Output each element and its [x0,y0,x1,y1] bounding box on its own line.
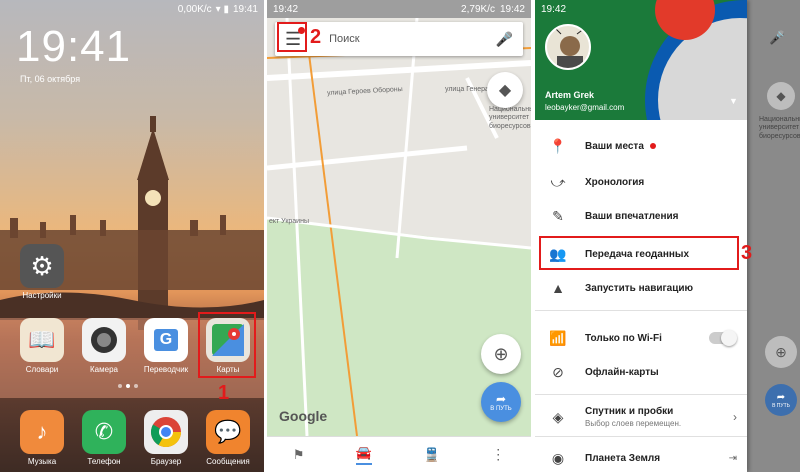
status-bar: 19:42 [535,0,747,18]
lockscreen-clock: 19:41 [16,22,132,71]
phone-icon: ✆ [82,410,126,454]
microphone-icon[interactable]: 🎤 [496,31,513,48]
network-speed: 0,00K/c [177,3,212,15]
review-icon: ✎ [552,207,564,224]
layers-icon: ◈ [552,408,564,425]
user-email: leobayker@gmail.com [545,103,625,112]
app-settings[interactable]: ⚙ Настройки [18,244,66,300]
book-icon: 📖 [20,318,64,362]
translate-icon: G [144,318,188,362]
navigation-icon: ▲ [551,280,565,296]
menu-item-timeline[interactable]: ⤻ Хронология [535,164,747,200]
chevron-right-icon: › [733,410,737,424]
wifi-only-toggle[interactable] [709,330,737,346]
step-number-1: 1 [218,382,230,404]
user-name: Artem Grek [545,90,595,100]
status-icons: ▾ ▮ [215,3,229,15]
app-translate[interactable]: G Переводчик [142,318,190,374]
layers-button[interactable]: ◆ [487,72,523,108]
bottom-navigation: ⚑ 🚘 🚆 ⋮ [267,436,531,472]
home-screen-panel: 0,00K/c ▾ ▮ 19:41 19:41 Пт, 06 октября ⚙… [0,0,264,472]
wifi-icon: 📶 [549,329,567,346]
status-bar: 0,00K/c ▾ ▮ 19:41 [0,0,264,18]
transit-icon[interactable]: 🚆 [424,447,440,463]
layers-icon: ◆ [767,82,795,110]
step-number-2: 2 [310,26,322,48]
google-logo: Google [279,408,328,424]
crosshair-icon: ⊕ [493,343,509,364]
page-indicator [118,384,138,388]
menu-divider [535,310,747,311]
map-label-unit: ект Украины [269,218,309,225]
drawer-panel: 🎤 ◆ Национальный университет биоресурсов… [535,0,800,472]
app-phone[interactable]: ✆ Телефон [80,410,128,466]
highlight-location-sharing [539,236,739,270]
map-background-peek: 🎤 ◆ Национальный университет биоресурсов… [747,0,800,472]
app-music[interactable]: ♪ Музыка [18,410,66,466]
maps-panel: 19:42 2,79K/c 19:42 улица Героев Обороны… [267,0,531,472]
menu-divider [535,394,747,395]
menu-item-wifi-only[interactable]: 📶 Только по Wi-Fi [535,320,747,356]
highlight-maps-app [198,312,256,378]
app-book[interactable]: 📖 Словари [18,318,66,374]
status-bar: 19:42 2,79K/c 19:42 [267,0,531,18]
account-dropdown-icon[interactable]: ▼ [729,96,738,106]
explore-icon[interactable]: ⚑ [293,447,305,463]
menu-item-offline-maps[interactable]: ⊘ Офлайн-карты [535,354,747,390]
highlight-menu-button [277,22,307,52]
offline-icon: ⊘ [552,363,564,380]
external-link-icon: ⇥ [728,452,737,464]
app-camera[interactable]: Камера [80,318,128,374]
directions-button[interactable]: ➦ В ПУТЬ [481,382,521,422]
crosshair-icon: ⊕ [765,336,797,368]
avatar[interactable] [545,24,591,70]
microphone-icon: 🎤 [769,30,786,45]
more-icon[interactable]: ⋮ [491,446,505,463]
music-icon: ♪ [20,410,64,454]
menu-item-google-earth[interactable]: ◉ Планета Земля ⇥ [535,444,747,472]
menu-item-your-places[interactable]: 📍 Ваши места [535,128,747,164]
app-browser[interactable]: Браузер [142,410,190,466]
menu-divider [535,436,747,437]
step-number-3: 3 [741,242,753,264]
car-icon[interactable]: 🚘 [355,445,373,465]
app-messages[interactable]: 💬 Сообщения [204,410,252,466]
menu-item-start-navigation[interactable]: ▲ Запустить навигацию [535,270,747,306]
status-time-left: 19:42 [273,3,299,15]
menu-item-contributions[interactable]: ✎ Ваши впечатления [535,198,747,234]
chrome-icon [144,410,188,454]
status-time: 19:42 [499,3,525,15]
earth-icon: ◉ [551,449,565,466]
notification-dot [649,143,656,149]
directions-icon: ➦ В ПУТЬ [765,384,797,416]
camera-icon [82,318,126,362]
status-time: 19:41 [232,3,258,15]
search-input[interactable]: Поиск [329,33,359,45]
timeline-icon: ⤻ [550,173,566,190]
pin-icon: 📍 [549,137,567,154]
message-icon: 💬 [206,410,250,454]
my-location-button[interactable]: ⊕ [481,334,521,374]
network-speed: 2,79K/c [461,3,495,15]
gear-icon: ⚙ [20,244,64,288]
status-time-left: 19:42 [541,3,567,15]
menu-item-satellite-traffic[interactable]: ◈ Спутник и пробки Выбор слоев перемещен… [535,402,747,432]
map-label-university: Национальный университет биоресурсов [489,106,531,130]
layers-icon: ◆ [498,82,512,99]
drawer-header[interactable]: 19:42 Artem Grek leobayker@gmail.com ▼ [535,0,747,120]
lockscreen-date: Пт, 06 октября [20,74,81,84]
directions-icon: ➦ [495,392,507,406]
